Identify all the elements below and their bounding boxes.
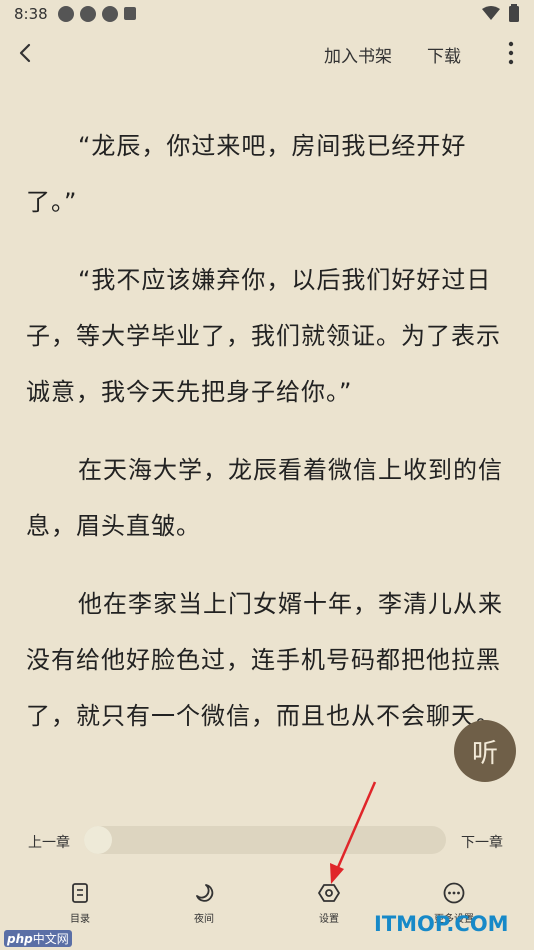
catalog-label: 目录 [70,914,90,925]
paragraph: 他在李家当上门女婿十年，李清儿从来没有给他好脸色过，连手机号码都把他拉黑了，就只… [26,590,503,730]
settings-label: 设置 [319,914,339,925]
night-mode-label: 夜间 [194,914,214,925]
catalog-button[interactable]: 目录 [40,882,120,925]
listen-button[interactable]: 听 [454,720,516,782]
back-button[interactable] [12,38,42,68]
paragraph: “龙辰，你过来吧，房间我已经开好了。” [26,132,467,216]
previous-chapter-button[interactable]: 上一章 [28,832,70,852]
reader-top-bar: 加入书架 下载 [0,30,534,76]
status-bar: 8:38 [0,0,534,30]
app-notification-icon [102,6,118,22]
paragraph: 在天海大学，龙辰看着微信上收到的信息，眉头直皱。 [26,456,503,540]
slider-thumb[interactable] [84,826,112,854]
paragraph: “我不应该嫌弃你，以后我们好好过日子，等大学毕业了，我们就领证。为了表示诚意，我… [26,266,501,406]
chapter-content: “龙辰，你过来吧，房间我已经开好了。” “我不应该嫌弃你，以后我们好好过日子，等… [26,118,516,808]
notification-icons [58,6,136,22]
app-notification-icon [80,6,96,22]
wifi-icon [482,6,500,20]
settings-button[interactable]: 设置 [289,882,369,925]
php-watermark-text: php [7,932,33,946]
download-button[interactable]: 下载 [427,42,461,67]
chapter-progress-slider[interactable] [84,826,446,854]
system-status-icons [482,4,520,22]
app-notification-icon [58,6,74,22]
php-watermark-cn: 中文网 [32,932,69,946]
back-arrow-icon [19,43,31,63]
more-icon [443,882,465,904]
more-vertical-icon [508,41,514,65]
status-time: 8:38 [14,5,48,23]
night-mode-button[interactable]: 夜间 [164,882,244,925]
app-notification-icon [124,7,136,20]
itmop-watermark: ITMOP.COM [374,912,509,936]
battery-icon [509,4,519,22]
add-to-shelf-button[interactable]: 加入书架 [324,42,392,67]
php-watermark: php中文网 [4,930,72,947]
next-chapter-button[interactable]: 下一章 [461,832,503,852]
settings-icon [318,884,340,902]
catalog-icon [72,883,88,903]
moon-icon [196,884,214,902]
more-options-button[interactable] [502,40,520,66]
